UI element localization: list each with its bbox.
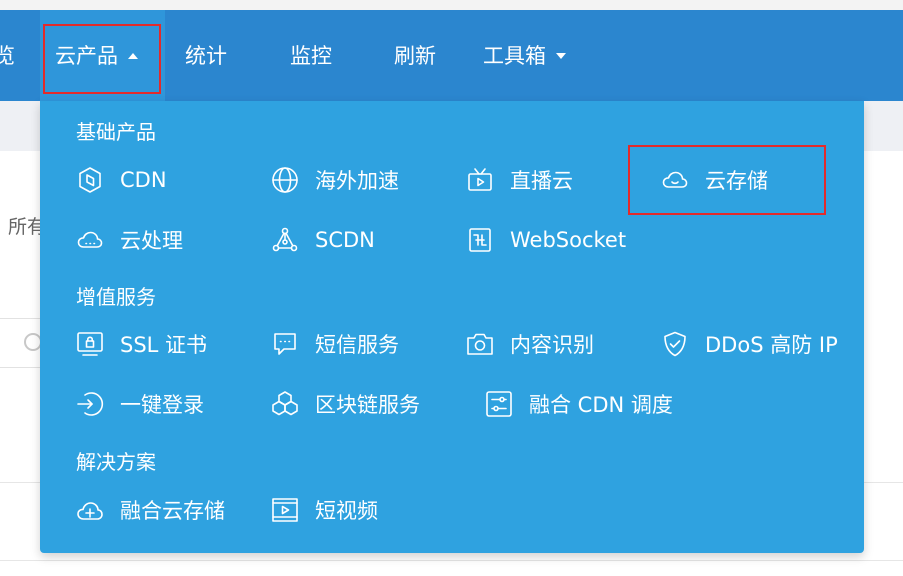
- menu-item-label: 内容识别: [510, 333, 594, 357]
- menu-item-label: SSL 证书: [120, 333, 208, 357]
- menu-item-content-recognition[interactable]: 内容识别: [465, 327, 594, 361]
- nav-item-monitoring[interactable]: 监控: [290, 42, 332, 70]
- cdn-shield-icon: [79, 167, 101, 193]
- highlight-box-cloud-products: [43, 24, 161, 94]
- menu-item-ssl-certificate[interactable]: SSL 证书: [75, 327, 207, 361]
- menu-item-label: 融合云存储: [120, 499, 225, 523]
- menu-item-hybrid-cdn-scheduling[interactable]: 融合 CDN 调度: [484, 387, 673, 421]
- menu-item-label: DDoS 高防 IP: [705, 333, 838, 357]
- menu-item-live-cloud[interactable]: 直播云: [465, 163, 573, 197]
- tv-play-icon: [468, 168, 492, 191]
- network-nodes-icon: [272, 227, 298, 252]
- menu-item-scdn[interactable]: SCDN: [270, 223, 375, 257]
- nav-item-label: 统计: [185, 44, 227, 68]
- cloud-plus-icon: [77, 502, 103, 520]
- nav-item-label: 刷新: [394, 44, 436, 68]
- nav-item-refresh[interactable]: 刷新: [394, 42, 436, 70]
- nav-item-label: 监控: [290, 44, 332, 68]
- video-frame-icon: [272, 498, 298, 522]
- menu-item-short-video[interactable]: 短视频: [270, 493, 378, 527]
- menu-item-label: 短信服务: [315, 333, 399, 357]
- monitor-lock-icon: [77, 332, 103, 356]
- nav-item-toolbox[interactable]: 工具箱: [483, 42, 566, 70]
- top-strip: [0, 0, 903, 10]
- menu-item-blockchain-service[interactable]: 区块链服务: [270, 387, 420, 421]
- chat-bubble-icon: [274, 333, 296, 355]
- nav-item-statistics[interactable]: 统计: [185, 42, 227, 70]
- section-title-solutions: 解决方案: [76, 450, 156, 474]
- login-arrow-icon: [77, 392, 104, 416]
- websocket-icon: [469, 228, 491, 252]
- menu-item-one-click-login[interactable]: 一键登录: [75, 387, 204, 421]
- camera-icon: [467, 333, 493, 355]
- highlight-box-cloud-storage: [628, 145, 826, 215]
- cloud-process-icon: [77, 231, 103, 248]
- blockchain-cubes-icon: [272, 391, 298, 416]
- menu-item-label: WebSocket: [510, 228, 627, 252]
- menu-item-sms-service[interactable]: 短信服务: [270, 327, 399, 361]
- section-title-value-added-services: 增值服务: [76, 285, 156, 309]
- menu-item-cdn[interactable]: CDN: [75, 163, 167, 197]
- menu-item-label: 融合 CDN 调度: [529, 393, 673, 417]
- menu-item-hybrid-cloud-storage[interactable]: 融合云存储: [75, 493, 225, 527]
- menu-item-ddos-protection[interactable]: DDoS 高防 IP: [660, 327, 838, 361]
- menu-item-label: 云处理: [120, 229, 183, 253]
- section-title-basic-products: 基础产品: [76, 120, 156, 144]
- menu-item-websocket[interactable]: WebSocket: [465, 223, 626, 257]
- menu-item-label: SCDN: [315, 228, 375, 252]
- menu-item-cloud-processing[interactable]: 云处理: [75, 223, 183, 257]
- caret-down-icon: [556, 53, 566, 59]
- menu-item-label: 一键登录: [120, 393, 204, 417]
- menu-item-label: 直播云: [510, 169, 573, 193]
- globe-icon: [272, 167, 298, 193]
- menu-item-label: 区块链服务: [315, 393, 420, 417]
- menu-item-label: 短视频: [315, 499, 378, 523]
- menu-item-label: CDN: [120, 168, 167, 192]
- nav-item-label: 工具箱: [483, 44, 546, 68]
- menu-item-overseas-acceleration[interactable]: 海外加速: [270, 163, 399, 197]
- shield-check-icon: [664, 331, 686, 357]
- table-divider: [0, 560, 903, 561]
- sliders-icon: [486, 391, 512, 417]
- menu-item-label: 海外加速: [315, 169, 399, 193]
- nav-item-overview-fragment[interactable]: 览: [0, 42, 15, 70]
